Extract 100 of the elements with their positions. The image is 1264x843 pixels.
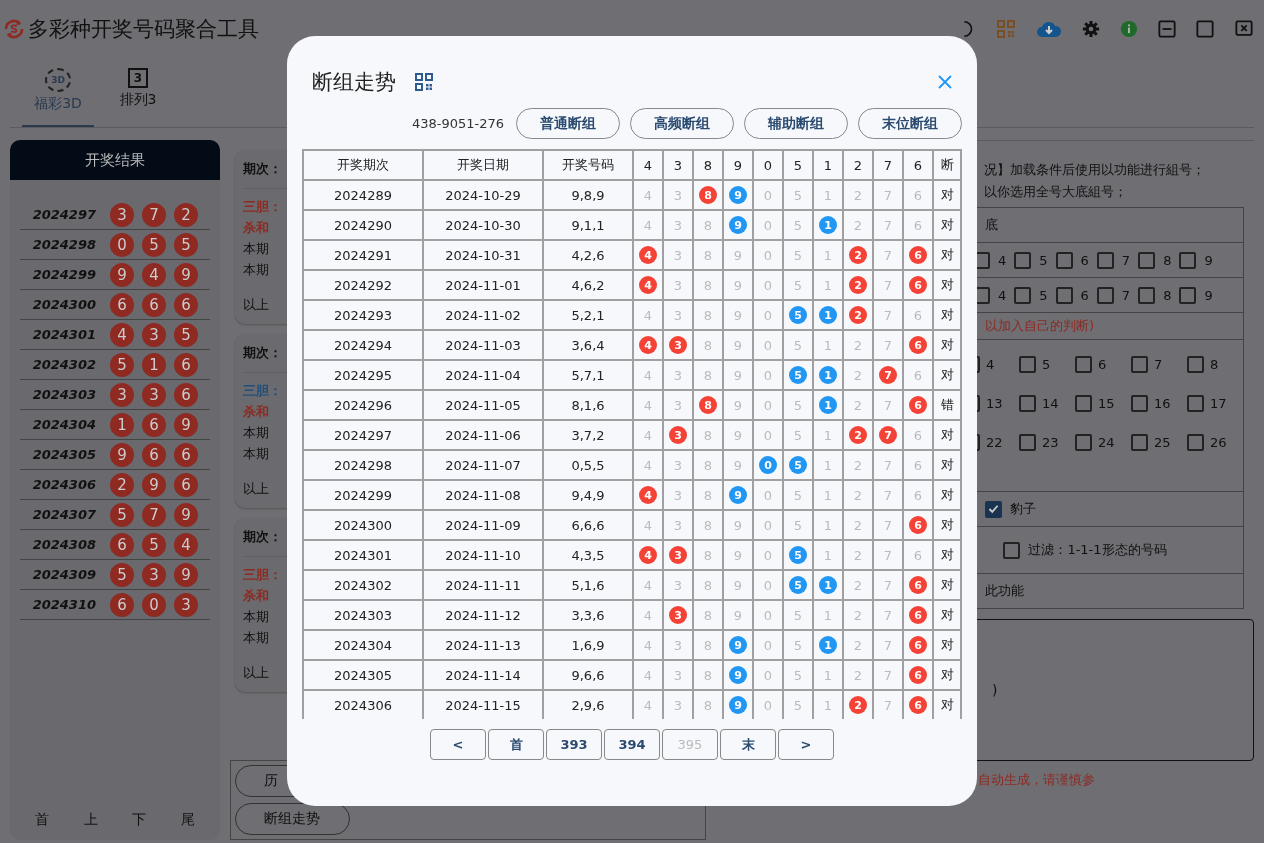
qr-code-icon[interactable]: [414, 72, 434, 92]
table-cell: 2024-10-29: [423, 180, 543, 210]
digit-marker: 3: [669, 336, 687, 354]
digit-text: 7: [883, 697, 893, 713]
digit-text: 9: [733, 397, 743, 413]
table-cell: 对: [933, 300, 961, 330]
number-ball: 3: [174, 592, 198, 617]
page-button[interactable]: 首: [488, 729, 544, 760]
page-button[interactable]: <: [430, 729, 486, 760]
number-ball: 5: [142, 532, 166, 557]
checkbox[interactable]: [1014, 251, 1032, 269]
number-ball: 7: [142, 502, 166, 527]
digit-text: 3: [673, 367, 683, 383]
digit-text: 8: [703, 637, 713, 653]
mode-button[interactable]: 普通断组: [516, 108, 620, 139]
hint-text: 以加入自己的判断): [985, 317, 1095, 335]
info-icon[interactable]: [1120, 20, 1138, 38]
digit-marker: 6: [909, 516, 927, 534]
checkbox[interactable]: [1138, 286, 1156, 304]
checkbox[interactable]: [1055, 251, 1073, 269]
column-header: 开奖号码: [543, 150, 633, 180]
digit-text: 5: [793, 397, 803, 413]
table-cell: 2024298: [303, 450, 423, 480]
digit-text: 9: [733, 457, 743, 473]
number-ball: 9: [142, 472, 166, 497]
mode-button[interactable]: 高频断组: [630, 108, 734, 139]
digit-marker: 5: [789, 576, 807, 594]
checkbox[interactable]: [1187, 434, 1204, 451]
digit-marker: 9: [729, 636, 747, 654]
checkbox[interactable]: [1131, 395, 1148, 412]
table-cell: 2024-11-05: [423, 390, 543, 420]
checkbox[interactable]: [1055, 286, 1073, 304]
checkbox-label: 6: [1080, 252, 1089, 268]
checkbox[interactable]: [1075, 395, 1092, 412]
checkbox[interactable]: [1131, 356, 1148, 373]
number-ball: 5: [174, 322, 198, 347]
checkbox[interactable]: [1019, 395, 1036, 412]
minimize-icon[interactable]: [1158, 20, 1176, 38]
checkbox[interactable]: [1019, 356, 1036, 373]
number-ball: 4: [174, 532, 198, 557]
mode-button[interactable]: 辅助断组: [744, 108, 848, 139]
cloud-download-icon[interactable]: [1036, 20, 1062, 38]
checkbox[interactable]: [1179, 286, 1197, 304]
table-cell: 2024-11-03: [423, 330, 543, 360]
checkbox[interactable]: [1096, 251, 1114, 269]
checkbox[interactable]: [1075, 434, 1092, 451]
checkbox-label: 5: [1039, 252, 1048, 268]
checkbox[interactable]: [1096, 286, 1114, 304]
checkbox[interactable]: [1131, 434, 1148, 451]
digit-text: 7: [883, 217, 893, 233]
period-number: 2024305: [31, 447, 96, 462]
action-button[interactable]: 断组走势: [235, 803, 351, 835]
digit-marker: 3: [669, 546, 687, 564]
digit-text: 8: [703, 247, 713, 263]
table-cell: 2024295: [303, 360, 423, 390]
checkbox[interactable]: [1019, 434, 1036, 451]
checkbox[interactable]: [1003, 541, 1021, 559]
digit-text: 4: [643, 187, 653, 203]
digit-text: 9: [733, 307, 743, 323]
digit-text: 2: [853, 577, 863, 593]
period-number: 2024299: [31, 267, 96, 282]
refresh-icon: 3D: [45, 68, 71, 92]
digit-text: 8: [703, 667, 713, 683]
lottery-tab[interactable]: 3 排列3: [102, 64, 174, 127]
table-cell: 对: [933, 630, 961, 660]
settings-icon[interactable]: [1082, 20, 1100, 38]
checkbox[interactable]: [1075, 356, 1092, 373]
checkbox[interactable]: [1138, 251, 1156, 269]
table-cell: 对: [933, 660, 961, 690]
checkbox[interactable]: [985, 500, 1002, 518]
digit-marker: 5: [789, 546, 807, 564]
digit-text: 4: [643, 457, 653, 473]
checkbox-label: 22: [986, 435, 1003, 450]
digit-text: 2: [853, 217, 863, 233]
table-cell: 2024-11-08: [423, 480, 543, 510]
table-cell: 2024304: [303, 630, 423, 660]
page-button[interactable]: 393: [546, 729, 602, 760]
maximize-icon[interactable]: [1196, 20, 1214, 38]
close-icon[interactable]: [1234, 20, 1254, 38]
table-cell: 3,3,6: [543, 600, 633, 630]
checkbox-label: 5: [1042, 357, 1051, 372]
digit-text: 1: [823, 337, 833, 353]
page-button[interactable]: >: [778, 729, 834, 760]
checkbox-label: 4: [986, 357, 995, 372]
number-ball: 6: [174, 442, 198, 467]
checkbox[interactable]: [1179, 251, 1197, 269]
table-cell: 2024-11-01: [423, 270, 543, 300]
checkbox[interactable]: [1187, 356, 1204, 373]
number-ball: 0: [110, 232, 134, 257]
digit-text: 9: [733, 427, 743, 443]
checkbox[interactable]: [1187, 395, 1204, 412]
page-button[interactable]: 394: [604, 729, 660, 760]
number-ball: 1: [110, 412, 134, 437]
digit-text: 8: [703, 277, 713, 293]
checkbox[interactable]: [1014, 286, 1032, 304]
digit-text: 0: [763, 487, 773, 503]
mode-button[interactable]: 末位断组: [858, 108, 962, 139]
close-icon[interactable]: [938, 75, 952, 89]
card-text: 以上: [243, 481, 270, 498]
page-button[interactable]: 末: [720, 729, 776, 760]
